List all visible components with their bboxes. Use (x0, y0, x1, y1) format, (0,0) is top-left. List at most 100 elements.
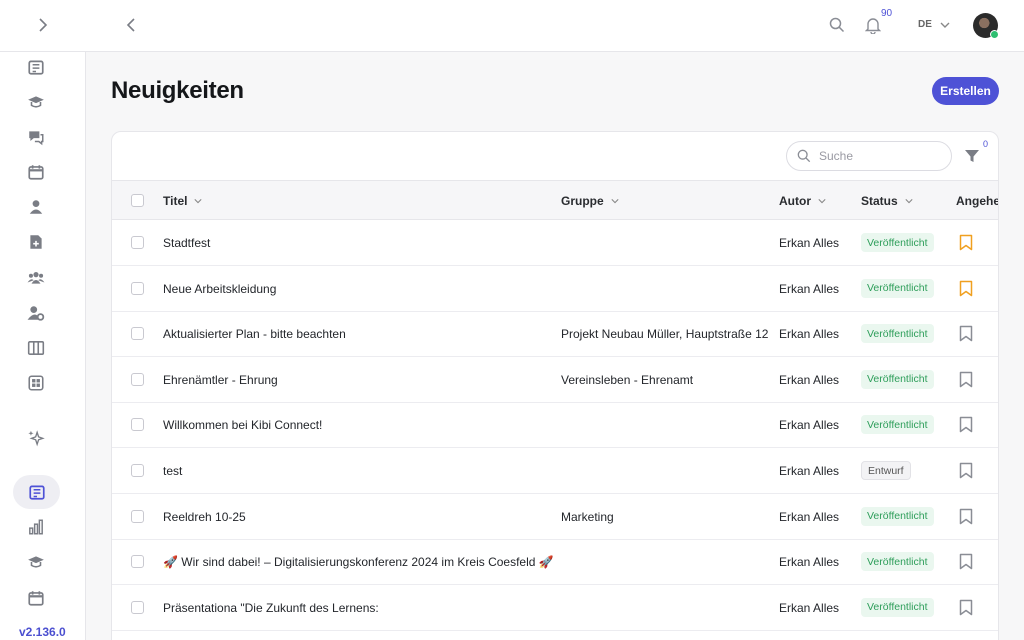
bookmark-icon[interactable] (959, 462, 973, 479)
row-checkbox[interactable] (131, 509, 144, 523)
table-row[interactable]: Aktualisierter Plan - bitte beachten Proj… (112, 311, 998, 358)
column-header-pinned[interactable]: Angeheftet (956, 194, 998, 208)
bookmark-icon[interactable] (959, 280, 973, 297)
search-button[interactable] (827, 15, 847, 35)
row-title[interactable]: Stadtfest (163, 236, 210, 250)
row-checkbox[interactable] (131, 372, 144, 386)
online-status-dot (990, 30, 999, 39)
row-title[interactable]: Ehrenämtler - Ehrung (163, 373, 278, 387)
row-checkbox[interactable] (131, 418, 144, 432)
sidebar-item-graduation-cap-1[interactable] (22, 88, 50, 116)
column-header-status[interactable]: Status (861, 194, 913, 208)
row-title[interactable]: test (163, 464, 182, 478)
column-title-label: Titel (163, 194, 188, 208)
news-icon (28, 60, 44, 75)
bookmark-icon[interactable] (959, 371, 973, 388)
status-badge: Veröffentlicht (861, 233, 934, 252)
chat-icon (29, 131, 44, 146)
table-row[interactable]: Reeldreh 10-25 Marketing Erkan Alles Veröff… (112, 494, 998, 540)
sidebar-item-group-6[interactable] (22, 264, 50, 292)
sidebar-item-calendar-14[interactable] (22, 584, 50, 612)
sidebar-item-bar-chart-12[interactable] (22, 513, 50, 541)
bookmark-icon[interactable] (959, 599, 973, 616)
table-row[interactable]: Stadtfest Erkan Alles Veröffentlicht (112, 220, 998, 266)
column-group-label: Gruppe (561, 194, 604, 208)
column-header-group[interactable]: Gruppe (561, 194, 619, 208)
sidebar-item-news-0[interactable] (22, 53, 50, 81)
column-status-label: Status (861, 194, 898, 208)
bookmark-icon[interactable] (959, 416, 973, 433)
expand-sidebar-button[interactable] (32, 15, 52, 35)
sidebar (0, 52, 86, 640)
calendar-icon (28, 591, 44, 606)
page-title: Neuigkeiten (111, 77, 244, 104)
bookmark-icon[interactable] (959, 234, 973, 251)
user-icon (29, 200, 43, 214)
row-title[interactable]: Neue Arbeitskleidung (163, 282, 276, 296)
table-row[interactable]: Ehrenämtler - Ehrung Vereinsleben - Ehren… (112, 357, 998, 403)
row-title[interactable]: Reeldreh 10-25 (163, 510, 246, 524)
search-input[interactable] (819, 149, 939, 163)
table-row[interactable]: Präsentationa "Die Zukunft des Lernens: E… (112, 585, 998, 631)
sidebar-item-graduation-cap-13[interactable] (22, 548, 50, 576)
row-title[interactable]: Willkommen bei Kibi Connect! (163, 418, 322, 432)
column-pinned-label: Angeheftet (956, 194, 998, 208)
status-badge: Veröffentlicht (861, 278, 934, 298)
row-checkbox[interactable] (131, 327, 144, 341)
row-checkbox[interactable] (131, 281, 144, 295)
chevron-down-icon (611, 199, 619, 204)
news-icon (28, 485, 45, 500)
row-author: Erkan Alles (779, 327, 840, 342)
add-document-icon (30, 235, 42, 249)
sidebar-item-calendar-3[interactable] (22, 158, 50, 186)
search-icon (797, 149, 811, 163)
status-badge: Veröffentlicht (861, 552, 934, 572)
table-row[interactable]: test Erkan Alles Entwurf (112, 448, 998, 494)
sidebar-item-chat-2[interactable] (22, 123, 50, 151)
row-checkbox[interactable] (131, 555, 144, 569)
table-row[interactable]: Neue Arbeitskleidung Erkan Alles Veröffent… (112, 266, 998, 312)
status-badge: Entwurf (861, 461, 911, 480)
bar-chart-icon (29, 519, 43, 535)
sidebar-item-user-settings-7[interactable] (22, 299, 50, 327)
row-title[interactable]: 🚀 Wir sind dabei! – Digitalisierungskonf… (163, 555, 554, 569)
sidebar-item-columns-8[interactable] (22, 334, 50, 362)
filter-icon[interactable] (962, 146, 982, 166)
filter-count-badge: 0 (983, 139, 989, 149)
row-author: Erkan Alles (779, 600, 840, 615)
sidebar-item-apps-9[interactable] (22, 369, 50, 397)
create-button[interactable]: Erstellen (932, 77, 999, 105)
status-badge: Veröffentlicht (861, 506, 934, 526)
sidebar-item-user-4[interactable] (22, 193, 50, 221)
sidebar-item-add-document-5[interactable] (22, 228, 50, 256)
user-settings-icon (27, 306, 45, 321)
top-bar: 90 DE (0, 0, 1024, 52)
avatar[interactable] (973, 13, 999, 39)
sidebar-item-news-11[interactable] (13, 475, 60, 509)
table-row[interactable]: 🚀 Wir sind dabei! – Digitalisierungskonf… (112, 539, 998, 586)
sidebar-item-sparkles-10[interactable] (22, 424, 50, 452)
row-title[interactable]: Präsentationa "Die Zukunft des Lernens: (163, 601, 379, 615)
row-title[interactable]: Aktualisierter Plan - bitte beachten (163, 327, 346, 341)
bookmark-icon[interactable] (959, 508, 973, 525)
select-all-checkbox[interactable] (131, 194, 144, 207)
column-header-author[interactable]: Autor (779, 194, 826, 208)
notifications-button[interactable] (863, 15, 883, 35)
chevron-left-icon (126, 18, 135, 32)
table-row[interactable]: Willkommen bei Kibi Connect! Erkan Alles V… (112, 402, 998, 449)
row-checkbox[interactable] (131, 236, 144, 249)
chevron-down-icon (940, 22, 950, 28)
column-header-title[interactable]: Titel (163, 194, 203, 208)
back-button[interactable] (122, 15, 142, 35)
row-author: Erkan Alles (779, 509, 840, 524)
search-field[interactable] (786, 141, 952, 171)
row-group: Projekt Neubau Müller, Hauptstraße 12 (561, 327, 769, 342)
row-author: Erkan Alles (779, 281, 840, 296)
bookmark-icon[interactable] (959, 325, 973, 342)
language-selector[interactable]: DE (918, 19, 950, 30)
row-group: Vereinsleben - Ehrenamt (561, 372, 694, 387)
table-header: Titel Gruppe Autor Status Angeheftet (112, 180, 998, 220)
row-checkbox[interactable] (131, 600, 144, 614)
row-checkbox[interactable] (131, 464, 144, 477)
bookmark-icon[interactable] (959, 553, 973, 570)
